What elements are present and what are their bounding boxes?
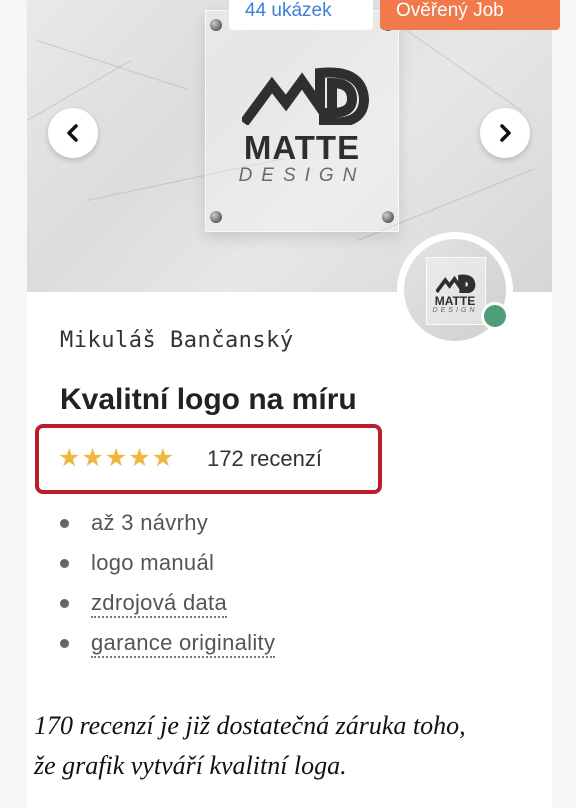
logo-subtitle: DESIGN (238, 165, 366, 186)
feature-text: až 3 návrhy (91, 510, 209, 535)
feature-item: logo manuál (58, 546, 275, 586)
star-rating: ★★★★★ (58, 443, 176, 472)
caption-line: že grafik vytváří kvalitní loga. (34, 751, 347, 780)
feature-text: logo manuál (91, 550, 215, 575)
feature-tooltip-link[interactable]: garance originality (91, 630, 276, 658)
bullet-icon (60, 599, 69, 608)
feature-list: až 3 návrhy logo manuál zdrojová data ga… (58, 506, 276, 666)
bolt-icon (210, 19, 222, 31)
feature-item: zdrojová data (58, 586, 275, 626)
gig-title[interactable]: Kvalitní logo na míru (60, 383, 357, 417)
chevron-right-icon (500, 124, 511, 142)
bullet-icon (60, 519, 69, 528)
carousel-next-button[interactable] (480, 108, 530, 158)
verified-badge[interactable]: Ověřený Job (380, 0, 560, 30)
feature-item: až 3 návrhy (58, 506, 275, 546)
marble-vein (36, 40, 190, 91)
carousel-prev-button[interactable] (48, 108, 98, 158)
reviews-count[interactable]: 172 recenzí (207, 444, 322, 474)
seller-avatar[interactable]: MATTE DESIGN (397, 232, 513, 348)
feature-tooltip-link[interactable]: zdrojová data (91, 590, 227, 618)
bolt-icon (210, 211, 222, 223)
marble-vein (406, 30, 522, 112)
logo-plate: MATTE DESIGN (205, 10, 399, 232)
seller-name[interactable]: Mikuláš Bančanský (60, 328, 294, 353)
matte-logo-mark-icon (436, 274, 476, 293)
logo-wordmark: MATTE (243, 129, 361, 166)
samples-badge[interactable]: 44 ukázek (229, 0, 373, 30)
bullet-icon (60, 559, 69, 568)
chevron-left-icon (67, 124, 78, 142)
bolt-icon (382, 211, 394, 223)
feature-item: garance originality (58, 626, 276, 666)
online-dot (484, 305, 506, 327)
online-status-indicator (481, 302, 509, 330)
annotation-caption: 170 recenzí je již dostatečná záruka toh… (34, 706, 544, 786)
matte-logo-mark-icon (242, 67, 370, 125)
caption-line: 170 recenzí je již dostatečná záruka toh… (34, 711, 466, 740)
bullet-icon (60, 639, 69, 648)
